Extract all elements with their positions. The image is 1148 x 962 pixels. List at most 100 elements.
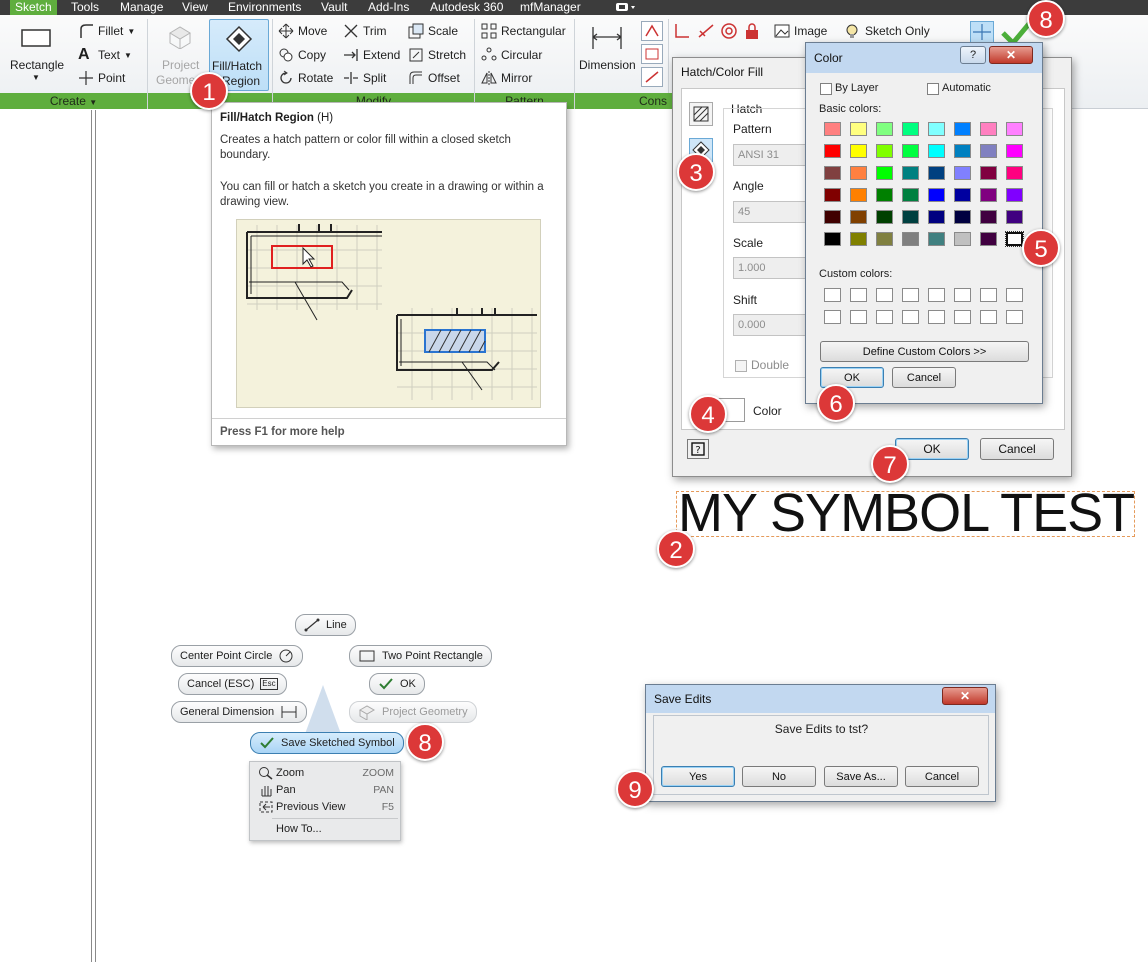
basic-color-swatch[interactable] xyxy=(850,166,867,180)
custom-color-swatch[interactable] xyxy=(824,310,841,324)
rotate-button[interactable]: Rotate xyxy=(278,68,333,88)
menu-add-ins[interactable]: Add-Ins xyxy=(368,0,409,15)
basic-color-swatch[interactable] xyxy=(824,122,841,136)
sketch-text[interactable]: MY SYMBOL TEST xyxy=(678,483,1135,543)
basic-color-swatch[interactable] xyxy=(850,210,867,224)
basic-color-swatch[interactable] xyxy=(980,188,997,202)
mirror-button[interactable]: Mirror xyxy=(481,68,532,88)
custom-color-swatch[interactable] xyxy=(980,310,997,324)
project-geometry-button[interactable]: Project Geometry xyxy=(349,701,477,723)
basic-color-swatch[interactable] xyxy=(928,210,945,224)
basic-color-swatch[interactable] xyxy=(980,232,997,246)
ribbon-options-icon[interactable] xyxy=(615,0,639,15)
double-checkbox[interactable] xyxy=(735,360,747,372)
basic-color-swatch[interactable] xyxy=(850,188,867,202)
basic-color-swatch[interactable] xyxy=(954,188,971,202)
scale-button[interactable]: Scale xyxy=(408,21,458,41)
concentric-icon[interactable] xyxy=(719,21,739,41)
copy-button[interactable]: Copy xyxy=(278,45,326,65)
automatic-checkbox[interactable] xyxy=(927,83,939,95)
basic-color-swatch[interactable] xyxy=(824,232,841,246)
custom-color-swatch[interactable] xyxy=(876,310,893,324)
basic-color-swatch[interactable] xyxy=(876,144,893,158)
close-icon[interactable]: ✕ xyxy=(942,687,988,705)
create-panel-title[interactable]: Create ▼ xyxy=(0,93,147,109)
zoom-menu-item[interactable]: Zoom ZOOM xyxy=(254,765,398,781)
stretch-button[interactable]: Stretch xyxy=(408,45,466,65)
extend-button[interactable]: Extend xyxy=(343,45,400,65)
rectangle-button[interactable]: Rectangle ▼ xyxy=(6,21,68,91)
split-button[interactable]: Split xyxy=(343,68,386,88)
cancel-button[interactable]: Cancel xyxy=(905,766,979,787)
basic-color-swatch[interactable] xyxy=(1005,231,1024,247)
basic-color-swatch[interactable] xyxy=(824,210,841,224)
how-to-menu-item[interactable]: How To... xyxy=(254,821,398,837)
image-button[interactable]: Image xyxy=(774,21,827,41)
circular-pattern-button[interactable]: Circular xyxy=(481,45,542,65)
define-custom-colors-button[interactable]: Define Custom Colors >> xyxy=(820,341,1029,362)
collinear-icon[interactable] xyxy=(696,21,716,41)
basic-color-swatch[interactable] xyxy=(928,144,945,158)
help-icon[interactable]: ? xyxy=(687,439,709,459)
basic-color-swatch[interactable] xyxy=(1006,166,1023,180)
offset-button[interactable]: Offset xyxy=(408,68,460,88)
dimension-button[interactable]: Dimension xyxy=(577,19,637,91)
basic-color-swatch[interactable] xyxy=(902,210,919,224)
custom-color-swatch[interactable] xyxy=(902,288,919,302)
basic-color-swatch[interactable] xyxy=(980,122,997,136)
basic-color-swatch[interactable] xyxy=(928,122,945,136)
basic-color-swatch[interactable] xyxy=(876,188,893,202)
constraint-icon-1[interactable] xyxy=(641,21,663,41)
basic-color-swatch[interactable] xyxy=(902,188,919,202)
basic-color-swatch[interactable] xyxy=(824,166,841,180)
basic-color-swatch[interactable] xyxy=(876,122,893,136)
basic-color-swatch[interactable] xyxy=(928,166,945,180)
menu-autodesk-360[interactable]: Autodesk 360 xyxy=(430,0,503,15)
two-point-rectangle-button[interactable]: Two Point Rectangle xyxy=(349,645,492,667)
close-icon[interactable]: ✕ xyxy=(989,46,1033,64)
custom-color-swatch[interactable] xyxy=(876,288,893,302)
custom-color-swatch[interactable] xyxy=(928,310,945,324)
move-button[interactable]: Move xyxy=(278,21,327,41)
basic-color-swatch[interactable] xyxy=(928,232,945,246)
pan-menu-item[interactable]: Pan PAN xyxy=(254,782,398,798)
basic-color-swatch[interactable] xyxy=(954,166,971,180)
menu-mfmanager[interactable]: mfManager xyxy=(520,0,581,15)
basic-color-swatch[interactable] xyxy=(876,166,893,180)
basic-color-swatch[interactable] xyxy=(954,144,971,158)
rectangular-pattern-button[interactable]: Rectangular xyxy=(481,21,566,41)
basic-color-swatch[interactable] xyxy=(902,232,919,246)
no-button[interactable]: No xyxy=(742,766,816,787)
ok-button[interactable]: OK xyxy=(369,673,425,695)
menu-tools[interactable]: Tools xyxy=(71,0,99,15)
basic-color-swatch[interactable] xyxy=(980,144,997,158)
basic-color-swatch[interactable] xyxy=(980,210,997,224)
basic-color-swatch[interactable] xyxy=(876,210,893,224)
custom-color-swatch[interactable] xyxy=(980,288,997,302)
fillet-button[interactable]: Fillet ▼ xyxy=(78,21,135,41)
basic-color-swatch[interactable] xyxy=(1006,122,1023,136)
basic-color-swatch[interactable] xyxy=(850,122,867,136)
color-help-button[interactable]: ? xyxy=(960,46,986,64)
basic-color-swatch[interactable] xyxy=(1006,144,1023,158)
custom-color-swatch[interactable] xyxy=(954,310,971,324)
save-as-button[interactable]: Save As... xyxy=(824,766,898,787)
custom-color-swatch[interactable] xyxy=(954,288,971,302)
center-point-circle-button[interactable]: Center Point Circle xyxy=(171,645,304,667)
basic-color-swatch[interactable] xyxy=(902,166,919,180)
previous-view-menu-item[interactable]: Previous View F5 xyxy=(254,799,398,815)
custom-color-swatch[interactable] xyxy=(824,288,841,302)
color-cancel-button[interactable]: Cancel xyxy=(892,367,956,388)
basic-color-swatch[interactable] xyxy=(928,188,945,202)
general-dimension-button[interactable]: General Dimension xyxy=(171,701,308,723)
basic-color-swatch[interactable] xyxy=(876,232,893,246)
menu-environments[interactable]: Environments xyxy=(228,0,301,15)
basic-color-swatch[interactable] xyxy=(954,122,971,136)
basic-color-swatch[interactable] xyxy=(980,166,997,180)
custom-color-swatch[interactable] xyxy=(928,288,945,302)
custom-color-swatch[interactable] xyxy=(902,310,919,324)
custom-color-swatch[interactable] xyxy=(1006,288,1023,302)
lock-icon[interactable] xyxy=(742,21,762,41)
custom-color-swatch[interactable] xyxy=(850,288,867,302)
basic-color-swatch[interactable] xyxy=(1006,188,1023,202)
